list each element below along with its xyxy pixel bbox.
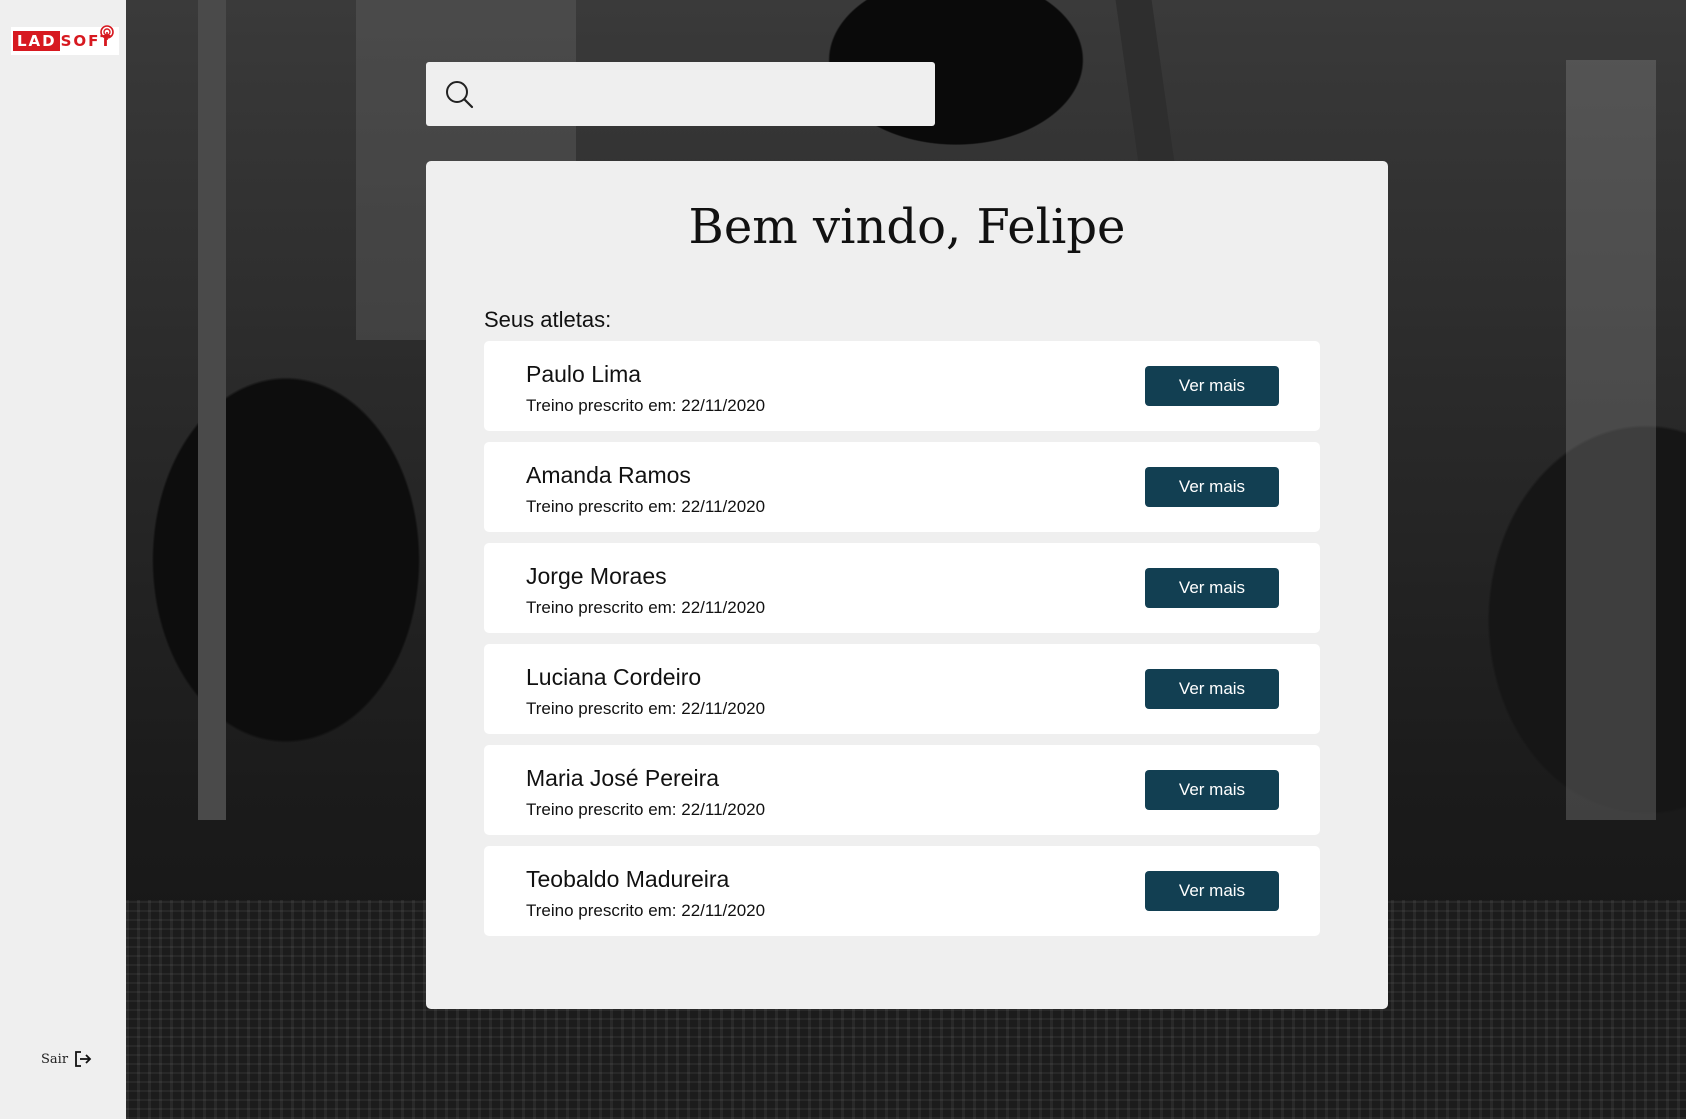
athlete-row: Teobaldo Madureira Treino prescrito em: …	[484, 846, 1320, 936]
athlete-list: Paulo Lima Treino prescrito em: 22/11/20…	[484, 341, 1320, 947]
athlete-row: Paulo Lima Treino prescrito em: 22/11/20…	[484, 341, 1320, 431]
athlete-prescription-date: Treino prescrito em: 22/11/2020	[526, 901, 766, 920]
athlete-prescription-date: Treino prescrito em: 22/11/2020	[526, 699, 766, 718]
athlete-row: Amanda Ramos Treino prescrito em: 22/11/…	[484, 442, 1320, 532]
view-more-button[interactable]: Ver mais	[1145, 871, 1279, 911]
page-title: Bem vindo, Felipe	[688, 199, 1126, 255]
search-bar[interactable]	[426, 62, 935, 126]
view-more-button[interactable]: Ver mais	[1145, 669, 1279, 709]
athlete-prescription-date: Treino prescrito em: 22/11/2020	[526, 497, 766, 516]
athlete-row: Maria José Pereira Treino prescrito em: …	[484, 745, 1320, 835]
athlete-name: Jorge Moraes	[526, 563, 667, 589]
dashboard-card: Bem vindo, Felipe Seus atletas: Paulo Li…	[426, 161, 1388, 1009]
athlete-prescription-date: Treino prescrito em: 22/11/2020	[526, 396, 766, 415]
athlete-prescription-date: Treino prescrito em: 22/11/2020	[526, 598, 766, 617]
view-more-button[interactable]: Ver mais	[1145, 467, 1279, 507]
logo-mark-icon	[100, 25, 114, 40]
athlete-name: Maria José Pereira	[526, 765, 720, 791]
athlete-name: Paulo Lima	[526, 361, 642, 387]
background-beam	[1566, 60, 1656, 820]
logout-icon	[75, 1051, 92, 1067]
athlete-prescription-date: Treino prescrito em: 22/11/2020	[526, 800, 766, 819]
athlete-row: Jorge Moraes Treino prescrito em: 22/11/…	[484, 543, 1320, 633]
athlete-name: Teobaldo Madureira	[526, 866, 730, 892]
view-more-button[interactable]: Ver mais	[1145, 770, 1279, 810]
view-more-button[interactable]: Ver mais	[1145, 568, 1279, 608]
logout-label: Sair	[41, 1051, 69, 1067]
background-beam	[198, 0, 226, 820]
athlete-row: Luciana Cordeiro Treino prescrito em: 22…	[484, 644, 1320, 734]
athlete-name: Amanda Ramos	[526, 462, 691, 488]
athletes-heading: Seus atletas:	[484, 307, 612, 332]
search-input[interactable]	[488, 73, 912, 115]
ladsoft-logo[interactable]: LAD SOFT	[11, 25, 119, 55]
sidebar: LAD SOFT Sair	[0, 0, 126, 1119]
logo-text-lad: LAD	[13, 31, 60, 51]
logout-button[interactable]: Sair	[41, 1050, 92, 1068]
search-icon	[446, 81, 474, 109]
view-more-button[interactable]: Ver mais	[1145, 366, 1279, 406]
athlete-name: Luciana Cordeiro	[526, 664, 702, 690]
